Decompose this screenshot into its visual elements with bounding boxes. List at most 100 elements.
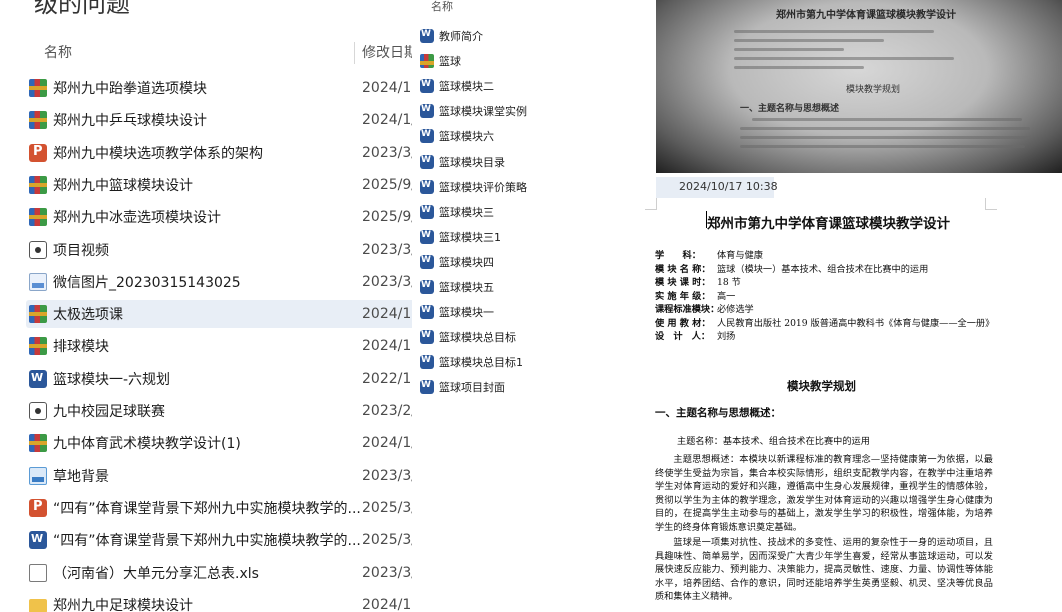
subfolder-item[interactable]: 篮球模块总目标1 <box>418 351 656 373</box>
file-date: 2023/3/ <box>362 144 412 161</box>
file-row[interactable]: 郑州九中乒乓球模块设计 2024/1/ <box>26 106 412 134</box>
video-icon <box>29 402 47 420</box>
file-row[interactable]: 郑州九中跆拳道选项模块 2024/10/ <box>26 74 412 102</box>
meta-value: 人民教育出版社 2019 版普通高中教科书《体育与健康——全一册》 <box>717 317 995 329</box>
photo-text-line <box>740 136 1030 139</box>
archive-icon <box>29 79 47 97</box>
powerpoint-icon <box>29 143 47 162</box>
meta-label: 模 块 名 称： <box>655 263 711 275</box>
subfolder-item-name: 篮球模块目录 <box>439 155 505 169</box>
file-name: “四有”体育课堂背景下郑州九中实施模块教学的... <box>53 500 361 517</box>
subfolder-item[interactable]: 篮球模块目录 <box>418 151 656 173</box>
file-date: 2023/3/16 11:04 <box>362 467 412 484</box>
subfolder-column-name[interactable]: 名称 <box>431 0 453 14</box>
subfolder-item[interactable]: 教师简介 <box>418 25 656 47</box>
file-date: 2025/9/ <box>362 209 412 226</box>
subfolder-item-name: 篮球模块一 <box>439 306 494 320</box>
file-date: 2025/3/12 9:48 <box>362 499 412 516</box>
photo-text-line <box>734 66 864 69</box>
meta-label: 课程标准模块： <box>655 304 720 315</box>
word-icon <box>420 104 434 119</box>
meta-label: 使 用 教 材： <box>655 317 711 329</box>
subfolder-item-name: 篮球模块六 <box>439 130 494 144</box>
file-date: 2025/9/ <box>362 176 412 193</box>
planning-title: 模块教学规划 <box>787 379 856 393</box>
photo-doc-title: 郑州市第九中学体育课篮球模块教学设计 <box>776 10 956 21</box>
column-header-date[interactable]: 修改日期 <box>362 40 412 66</box>
powerpoint-icon <box>29 498 47 517</box>
meta-label: 设 计 人： <box>655 331 711 342</box>
subfolder-item[interactable]: 篮球模块三1 <box>418 226 656 248</box>
meta-row: 模 块 课 时： 18 节 <box>655 276 741 289</box>
word-icon <box>420 129 434 144</box>
word-icon <box>420 305 434 320</box>
file-row[interactable]: 郑州九中模块选项教学体系的架构 2023/3/ <box>26 139 412 167</box>
subfolder-item-name: 篮球模块课堂实例 <box>439 105 527 119</box>
word-icon <box>420 79 434 94</box>
file-name: “四有”体育课堂背景下郑州九中实施模块教学的... <box>53 533 361 550</box>
file-row[interactable]: 排球模块 2024/10 <box>26 332 412 360</box>
subfolder-item[interactable]: 篮球模块评价策略 <box>418 176 656 198</box>
word-icon <box>420 330 434 345</box>
photo-text-line <box>734 30 934 33</box>
meta-row: 模 块 名 称： 篮球（模块一）基本技术、组合技术在比赛中的运用 <box>655 263 928 276</box>
subfolder-item-name: 篮球 <box>439 55 461 69</box>
archive-icon <box>420 54 434 69</box>
file-row[interactable]: 篮球模块一-六规划 2022/1 <box>26 365 412 393</box>
file-date: 2024/1/2 10:36 <box>362 435 412 452</box>
file-row[interactable]: 郑州九中足球模块设计 2024/12/26 14:41 <box>26 591 412 612</box>
subfolder-item[interactable]: 篮球模块总目标 <box>418 326 656 348</box>
word-icon <box>420 280 434 294</box>
document-photo-preview[interactable]: 郑州市第九中学体育课篮球模块教学设计 模块教学规划 一、主题名称与思想概述 <box>656 0 1062 173</box>
subfolder-item-name: 教师简介 <box>439 30 483 43</box>
file-row[interactable]: “四有”体育课堂背景下郑州九中实施模块教学的...2025/3/12 10:02 <box>26 526 412 554</box>
meta-value: 高一 <box>717 290 736 302</box>
video-icon <box>29 240 47 259</box>
subfolder-item-name: 篮球模块三 <box>439 205 494 219</box>
hovered-item-date: 2024/10/17 10:38 <box>679 180 778 193</box>
folder-icon <box>29 598 47 612</box>
file-date: 2023/3/20 9:34 <box>362 564 412 581</box>
file-date: 2025/3/12 10:02 <box>362 532 412 549</box>
subfolder-item-name: 篮球模块总目标 <box>439 331 516 345</box>
file-row[interactable]: 项目视频 2023/3/ <box>26 236 412 264</box>
subfolder-item[interactable]: 篮球模块四 <box>418 251 656 273</box>
file-date: 2024/1 <box>362 306 412 323</box>
file-name: 郑州九中模块选项教学体系的架构 <box>53 145 263 162</box>
column-header-name[interactable]: 名称 <box>44 40 72 66</box>
subfolder-item[interactable]: 篮球 <box>418 50 656 72</box>
paragraph: 篮球是一项集对抗性、技战术的多变性、运用的复杂性于一身的运动项目，且具趣味性、简… <box>655 537 993 603</box>
subfolder-item[interactable]: 篮球模块五 <box>418 276 656 298</box>
subfolder-item[interactable]: 篮球模块三 <box>418 201 656 223</box>
file-row[interactable]: （河南省）大单元分享汇总表.xls 2023/3/20 9:34 <box>26 559 412 587</box>
file-name: 排球模块 <box>53 339 109 356</box>
subfolder-item[interactable]: 篮球模块课堂实例 <box>418 100 656 122</box>
file-date: 2023/2/26 18:48 <box>362 403 412 419</box>
file-row[interactable]: 郑州九中冰壶选项模块设计 2025/9/ <box>26 203 412 231</box>
file-name: 草地背景 <box>53 468 109 485</box>
column-divider[interactable] <box>354 42 355 64</box>
meta-row: 实 施 年 级： 高一 <box>655 290 735 303</box>
paragraph: 主题思想概述：本模块以新课程标准的教育理念—坚持健康第一为依据，以最终使学生受益… <box>655 454 993 533</box>
file-row[interactable]: 郑州九中篮球模块设计 2025/9/ <box>26 171 412 199</box>
subfolder-item[interactable]: 篮球模块一 <box>418 301 656 323</box>
file-row[interactable]: 九中体育武术模块教学设计(1) 2024/1/2 10:36 <box>26 429 412 457</box>
file-row[interactable]: 微信图片_20230315143025 2023/3/ <box>26 268 412 296</box>
meta-label: 实 施 年 级： <box>655 290 711 302</box>
photo-text-line <box>740 145 1025 148</box>
word-icon <box>420 254 434 269</box>
file-row[interactable]: “四有”体育课堂背景下郑州九中实施模块教学的...2025/3/12 9:48 <box>26 494 412 522</box>
archive-icon <box>29 111 47 130</box>
meta-label: 模 块 课 时： <box>655 277 711 288</box>
file-row[interactable]: 太极选项课 2024/1 <box>26 300 412 329</box>
photo-text-line <box>740 127 1030 130</box>
subfolder-item[interactable]: 篮球模块六 <box>418 125 656 147</box>
file-row[interactable]: 九中校园足球联赛 2023/2/26 18:48 <box>26 397 412 425</box>
subfolder-item[interactable]: 篮球模块二 <box>418 75 656 97</box>
file-date: 2024/12/26 14:41 <box>362 596 412 612</box>
meta-row: 课程标准模块：必修选学 <box>655 303 754 316</box>
file-row[interactable]: 草地背景 2023/3/16 11:04 <box>26 462 412 490</box>
subfolder-item-name: 篮球项目封面 <box>439 381 505 395</box>
document-preview[interactable]: 郑州市第九中学体育课篮球模块教学设计 学 科： 体育与健康模 块 名 称： 篮球（模… <box>645 198 1062 612</box>
subfolder-item[interactable]: 篮球项目封面 <box>418 376 656 398</box>
